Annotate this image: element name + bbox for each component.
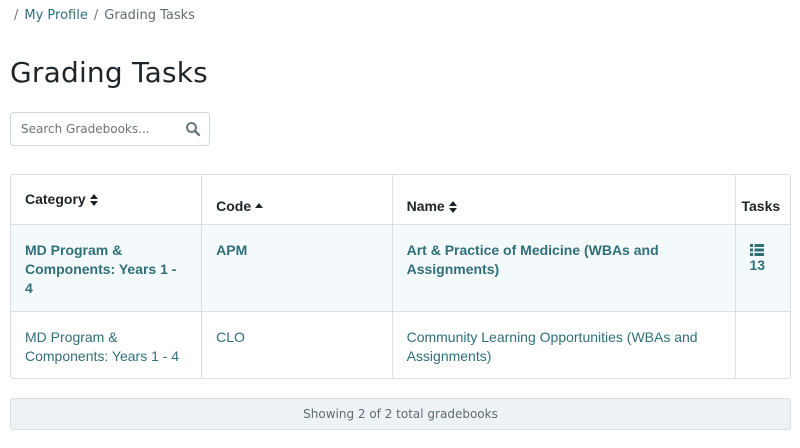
cell-code: APM [201, 224, 393, 311]
breadcrumb-my-profile[interactable]: My Profile [24, 8, 87, 23]
gradebooks-table: Category Code Name Tasks MD Program & Co… [10, 174, 791, 379]
breadcrumb: / My Profile / Grading Tasks [14, 8, 195, 23]
header-code[interactable]: Code [201, 175, 393, 224]
search-icon[interactable] [185, 121, 201, 137]
header-tasks: Tasks [735, 175, 790, 224]
page-title: Grading Tasks [10, 56, 208, 89]
tasks-count[interactable]: 13 [750, 256, 766, 275]
sort-icon [89, 193, 98, 206]
header-name-label: Name [406, 198, 445, 214]
cell-tasks [735, 311, 790, 378]
cell-code: CLO [201, 311, 393, 378]
header-name[interactable]: Name [392, 175, 736, 224]
list-icon[interactable] [749, 242, 764, 256]
search-input[interactable] [21, 122, 185, 136]
sort-asc-icon [255, 200, 264, 212]
header-category[interactable]: Category [11, 175, 203, 224]
breadcrumb-grading-tasks: Grading Tasks [104, 8, 195, 23]
header-category-label: Category [25, 191, 86, 207]
table-row[interactable]: MD Program & Components: Years 1 - 4 APM… [11, 224, 790, 311]
cell-tasks[interactable]: 13 [735, 224, 790, 311]
cell-category: MD Program & Components: Years 1 - 4 [11, 311, 203, 378]
summary-text: Showing 2 of 2 total gradebooks [303, 407, 498, 421]
breadcrumb-separator: / [93, 8, 99, 23]
breadcrumb-separator: / [14, 8, 19, 23]
cell-name[interactable]: Community Learning Opportunities (WBAs a… [392, 311, 736, 378]
header-code-label: Code [216, 198, 252, 214]
cell-name[interactable]: Art & Practice of Medicine (WBAs and Ass… [392, 224, 736, 311]
table-row[interactable]: MD Program & Components: Years 1 - 4 CLO… [11, 311, 790, 378]
sort-icon [448, 200, 457, 213]
header-tasks-label: Tasks [741, 198, 781, 214]
search-box [10, 112, 210, 146]
cell-category: MD Program & Components: Years 1 - 4 [11, 224, 203, 311]
pagination-summary: Showing 2 of 2 total gradebooks [10, 398, 791, 430]
